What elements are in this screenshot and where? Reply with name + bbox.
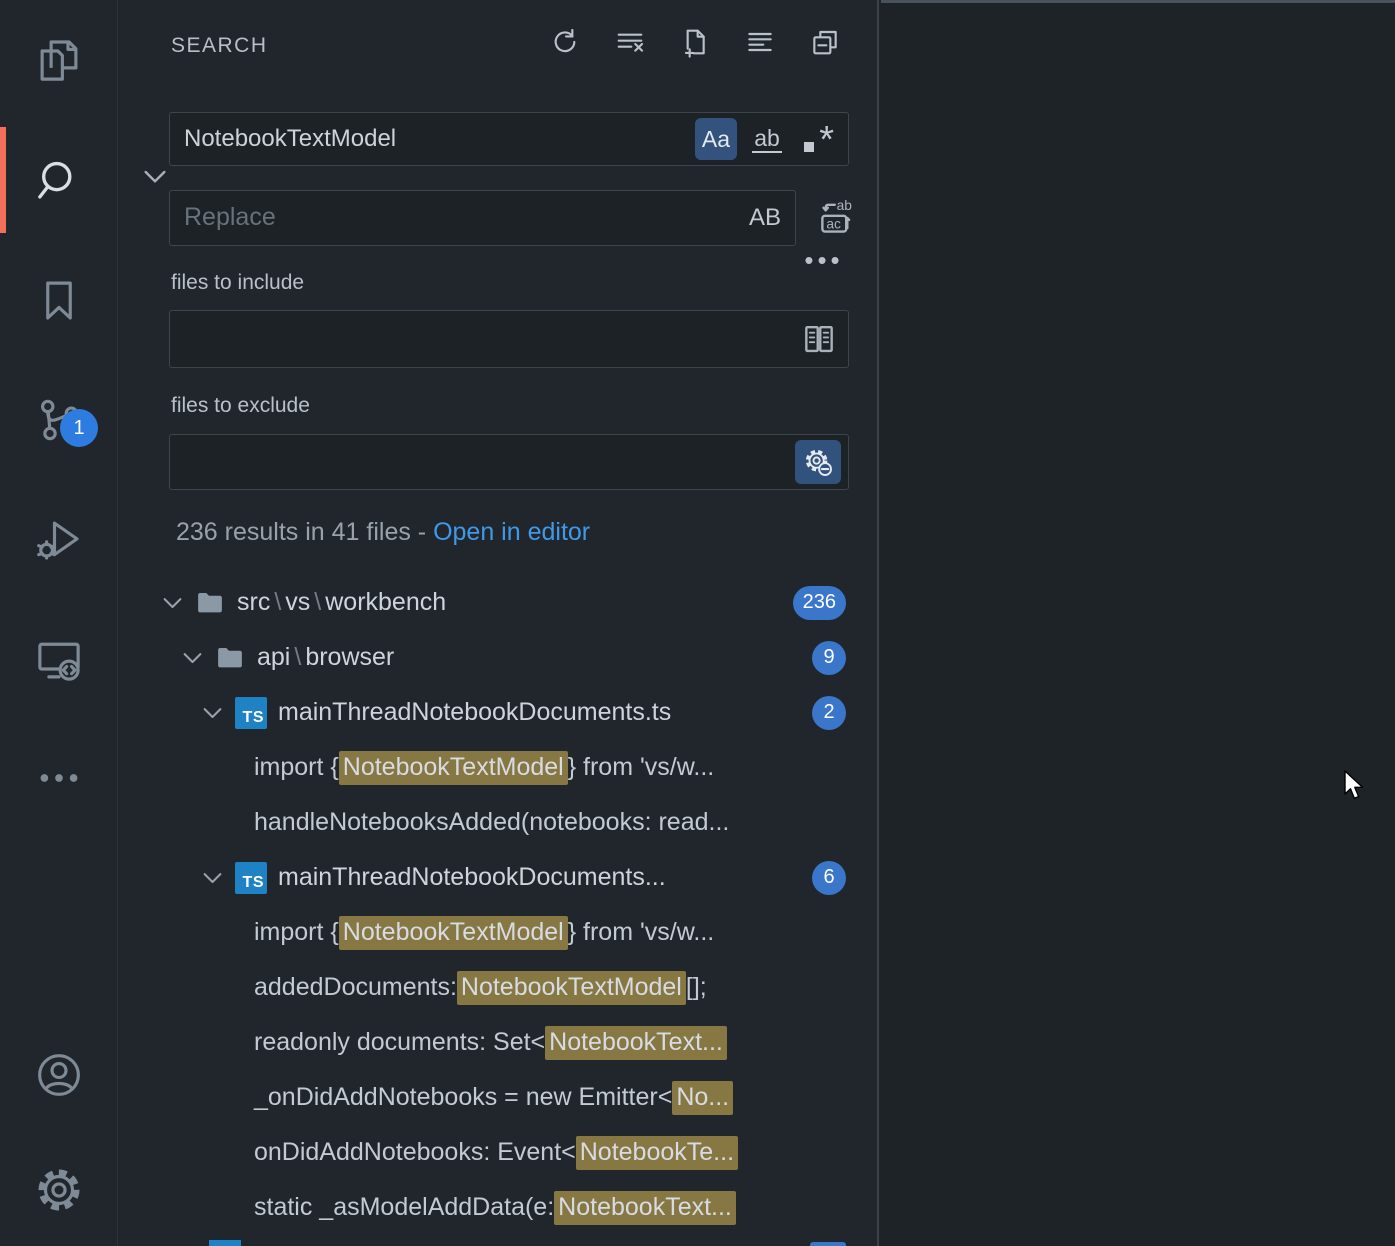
remote-explorer-icon[interactable]: [0, 605, 118, 715]
result-count-badge: 236: [793, 586, 846, 620]
bookmarks-icon[interactable]: [0, 245, 118, 355]
result-count-badge: 9: [812, 641, 846, 675]
result-folder-row[interactable]: api\browser 9: [119, 630, 879, 685]
mouse-cursor: [1343, 770, 1369, 802]
svg-text:ac: ac: [826, 216, 841, 231]
folder-icon: [195, 588, 225, 618]
more-actions-icon[interactable]: [0, 723, 118, 833]
match-highlight: NotebookTextModel: [457, 971, 686, 1005]
ts-file-icon: TS: [235, 862, 267, 894]
search-icon[interactable]: [0, 125, 118, 235]
result-match-row[interactable]: import { NotebookTextModel } from 'vs/w.…: [119, 905, 879, 960]
clear-results-icon[interactable]: [614, 26, 646, 58]
collapse-all-icon[interactable]: [809, 26, 841, 58]
search-field: Aa ab: [169, 112, 849, 166]
chevron-down-icon[interactable]: [199, 699, 226, 726]
match-case-toggle[interactable]: Aa: [695, 118, 737, 160]
result-match-row[interactable]: readonly documents: Set<NotebookText...: [119, 1015, 879, 1070]
match-highlight: NotebookText...: [554, 1191, 736, 1225]
regex-icon: [801, 121, 835, 157]
settings-gear-icon[interactable]: [0, 1135, 118, 1245]
match-highlight: NotebookTextModel: [339, 916, 568, 950]
match-highlight: NotebookTextModel: [339, 751, 568, 785]
scm-badge: 1: [60, 409, 98, 447]
new-search-editor-icon[interactable]: [679, 26, 711, 58]
result-match-row[interactable]: onDidAddNotebooks: Event<NotebookTe...: [119, 1125, 879, 1180]
open-in-editor-link[interactable]: Open in editor: [433, 518, 590, 546]
result-folder-row[interactable]: src\vs\workbench 236: [119, 575, 879, 630]
match-highlight: NotebookText...: [545, 1026, 727, 1060]
toggle-replace-chevron-icon[interactable]: [139, 160, 171, 192]
search-sidebar: SEARCH: [119, 0, 879, 1246]
file-name: mainThreadNotebookDocuments.ts: [278, 698, 671, 727]
replace-input[interactable]: [170, 204, 749, 232]
results-count: 236 results in 41 files: [176, 518, 411, 546]
source-control-icon[interactable]: 1: [0, 365, 118, 475]
result-count-badge: 6: [812, 861, 846, 895]
results-summary: 236 results in 41 files - Open in editor: [176, 518, 590, 547]
result-match-row[interactable]: _onDidAddNotebooks = new Emitter<No...: [119, 1070, 879, 1125]
result-match-row[interactable]: static _asModelAddData(e: NotebookText..…: [119, 1180, 879, 1235]
svg-text:ab: ab: [837, 198, 853, 213]
files-to-include-field: [169, 310, 849, 368]
ts-icon-sliver: [209, 1240, 241, 1246]
files-to-exclude-field: [169, 434, 849, 490]
result-count-badge: 2: [812, 696, 846, 730]
panel-header-actions: [549, 26, 841, 58]
match-highlight: No...: [672, 1081, 733, 1115]
panel-title: SEARCH: [171, 34, 268, 58]
files-to-include-input[interactable]: [170, 325, 800, 353]
result-match-row[interactable]: handleNotebooksAdded(notebooks: read...: [119, 795, 879, 850]
search-options: Aa ab: [695, 118, 839, 160]
badge-sliver: [810, 1242, 846, 1246]
files-to-include-label: files to include: [171, 271, 304, 295]
chevron-down-icon[interactable]: [179, 644, 206, 671]
chevron-down-icon[interactable]: [199, 864, 226, 891]
match-case-label: Aa: [702, 126, 730, 153]
account-icon[interactable]: [0, 1020, 118, 1130]
files-to-exclude-input[interactable]: [170, 448, 795, 476]
file-name: mainThreadNotebookDocuments...: [278, 863, 666, 892]
folder-name: api\browser: [257, 643, 394, 672]
activity-bar: 1: [0, 0, 118, 1246]
folder-name: src\vs\workbench: [237, 588, 446, 617]
regex-toggle[interactable]: [797, 118, 839, 160]
run-debug-icon[interactable]: [0, 485, 118, 595]
match-highlight: NotebookTe...: [576, 1136, 738, 1170]
result-match-row[interactable]: addedDocuments: NotebookTextModel[];: [119, 960, 879, 1015]
open-editors-book-icon[interactable]: [800, 320, 838, 358]
chevron-down-icon[interactable]: [159, 589, 186, 616]
replace-field: AB: [169, 190, 796, 246]
result-file-row[interactable]: TS mainThreadNotebookDocuments.ts 2: [119, 685, 879, 740]
exclude-settings-gear-icon[interactable]: [795, 440, 841, 484]
files-to-exclude-label: files to exclude: [171, 394, 310, 418]
whole-word-label: ab: [752, 126, 782, 153]
search-input[interactable]: [170, 125, 695, 153]
result-file-row[interactable]: TS mainThreadNotebookDocuments... 6: [119, 850, 879, 905]
partial-next-row: [119, 1240, 879, 1246]
refresh-icon[interactable]: [549, 26, 581, 58]
editor-area[interactable]: [881, 0, 1395, 1246]
result-match-row[interactable]: import { NotebookTextModel } from 'vs/w.…: [119, 740, 879, 795]
toggle-search-details-icon[interactable]: •••: [802, 247, 846, 273]
preserve-case-toggle[interactable]: AB: [749, 204, 781, 232]
view-as-list-icon[interactable]: [744, 26, 776, 58]
ts-file-icon: TS: [235, 697, 267, 729]
explorer-icon[interactable]: [0, 5, 118, 115]
results-tree: src\vs\workbench 236 api\browser 9 TS mainThr…: [119, 575, 879, 1235]
whole-word-toggle[interactable]: ab: [746, 118, 788, 160]
folder-icon: [215, 643, 245, 673]
replace-all-icon[interactable]: ac ab: [811, 196, 855, 240]
summary-separator: -: [411, 518, 433, 546]
